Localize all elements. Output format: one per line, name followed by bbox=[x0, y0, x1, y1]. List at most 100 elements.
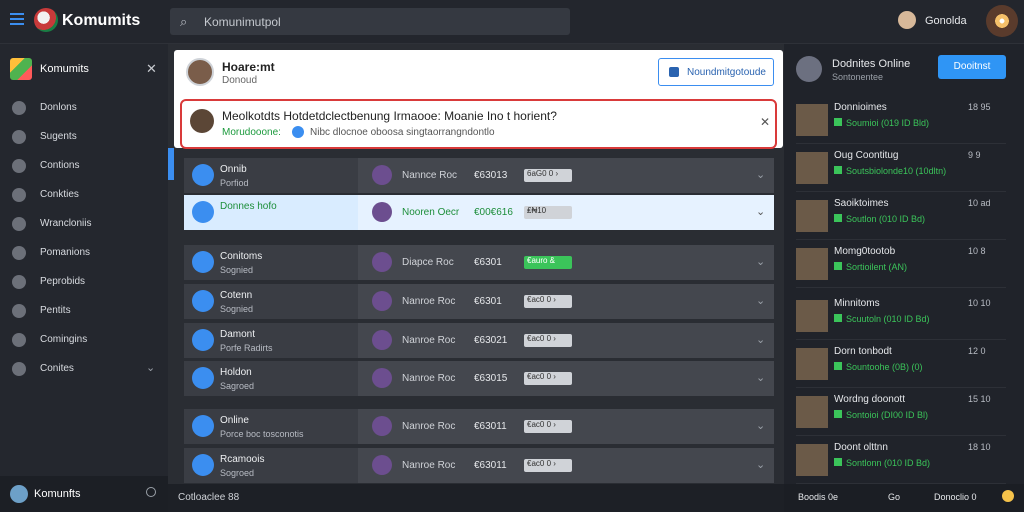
sidebar-item-label: Comingins bbox=[40, 334, 88, 345]
row-subtitle: Sagroed bbox=[220, 381, 255, 391]
avatar bbox=[796, 444, 828, 476]
list-row[interactable]: Online Porce boc tosconotis Nanroe Roc €… bbox=[184, 409, 774, 444]
friend-item[interactable]: Oug Coontitug Soutsbiolonde10 (10dltn) 9… bbox=[796, 144, 1006, 192]
row-title: Donnes hofo bbox=[220, 201, 277, 212]
sidebar-item[interactable]: Conites ⌄ bbox=[12, 361, 162, 379]
row-right[interactable]: Nanroe Roc €63011 €ac0 0 › ⌄ bbox=[358, 409, 774, 444]
row-value: €00€616 bbox=[474, 207, 513, 218]
search-bar[interactable]: ⌕ Komunimutpol bbox=[170, 8, 570, 35]
sidebar-footer: Komunfts bbox=[0, 476, 168, 512]
list-row[interactable]: Damont Porfe Radirts Nanroe Roc €63021 €… bbox=[184, 323, 774, 358]
right-panel: Dodnites Online Sontonentee Dooitnst Don… bbox=[784, 44, 1024, 512]
status-icon bbox=[834, 118, 842, 126]
chevron-down-icon[interactable]: ⌄ bbox=[756, 333, 765, 346]
list-row[interactable]: Donnes hofo Nooren Oecr €00€616 ₤₦10 ⌄ bbox=[184, 195, 774, 230]
list-row[interactable]: Onnib Porfiod Nannce Roc €63013 6aG0 0 ›… bbox=[184, 158, 774, 193]
row-left[interactable]: Conitoms Sognied bbox=[184, 245, 358, 280]
avatar bbox=[796, 152, 828, 184]
friend-meta: 12 0 bbox=[968, 346, 986, 356]
sidebar-item[interactable]: Conkties bbox=[12, 187, 162, 205]
footer-c[interactable]: Donoclio 0 bbox=[934, 492, 977, 502]
row-left[interactable]: Donnes hofo bbox=[184, 195, 358, 230]
row-title: Rcamoois bbox=[220, 454, 265, 465]
menu-icon[interactable] bbox=[10, 13, 24, 25]
avatar bbox=[796, 200, 828, 232]
sidebar-item-label: Sugents bbox=[40, 131, 77, 142]
close-icon[interactable]: ✕ bbox=[146, 61, 157, 77]
sidebar-item-label: Pomanions bbox=[40, 247, 91, 258]
list-row[interactable]: Rcamoois Sogroed Nanroe Roc €63011 €ac0 … bbox=[184, 448, 774, 483]
friend-name: Doont olttnn bbox=[834, 442, 888, 453]
sidebar-item[interactable]: Sugents bbox=[12, 129, 162, 147]
panel-subtitle: Sontonentee bbox=[832, 72, 884, 82]
sidebar-item[interactable]: Wrancloniis bbox=[12, 216, 162, 234]
cube-icon bbox=[10, 58, 32, 80]
user-name[interactable]: Gonolda bbox=[925, 15, 967, 27]
friend-item[interactable]: Momg0tootob Sortioilent (AN) 10 8 bbox=[796, 240, 1006, 288]
friend-item[interactable]: Saoiktoimes Soutlon (010 ID Bd) 10 ad bbox=[796, 192, 1006, 240]
nav-icon bbox=[12, 217, 26, 231]
panel-action-button[interactable]: Dooitnst bbox=[938, 55, 1006, 79]
friend-item[interactable]: Doont olttnn Sontlonn (010 ID Bd) 18 10 bbox=[796, 436, 1006, 484]
friend-item[interactable]: Dorn tonbodt Sountoohe (0B) (0) 12 0 bbox=[796, 340, 1006, 388]
sidebar-item[interactable]: Pentits bbox=[12, 303, 162, 321]
sidebar-item[interactable]: Donlons bbox=[12, 100, 162, 118]
card-action-button[interactable]: Noundmitgotoude bbox=[658, 58, 774, 86]
profile-avatar[interactable] bbox=[986, 5, 1018, 37]
nav-icon bbox=[12, 130, 26, 144]
row-left[interactable]: Onnib Porfiod bbox=[184, 158, 358, 193]
chevron-down-icon[interactable]: ⌄ bbox=[756, 205, 765, 218]
item-icon bbox=[372, 330, 392, 350]
chevron-down-icon[interactable]: ⌄ bbox=[756, 458, 765, 471]
row-left[interactable]: Rcamoois Sogroed bbox=[184, 448, 358, 483]
row-detail: Nanroe Roc bbox=[402, 460, 456, 471]
chevron-down-icon[interactable]: ⌄ bbox=[756, 419, 765, 432]
friend-item[interactable]: Wordng doonott Sontoioi (DI00 ID Bl) 15 … bbox=[796, 388, 1006, 436]
row-detail: Nooren Oecr bbox=[402, 207, 460, 218]
row-value: €6301 bbox=[474, 296, 502, 307]
row-right[interactable]: Nanroe Roc €63021 €ac0 0 › ⌄ bbox=[358, 323, 774, 358]
row-right[interactable]: Nooren Oecr €00€616 ₤₦10 ⌄ bbox=[358, 195, 774, 230]
chevron-down-icon[interactable]: ⌄ bbox=[146, 361, 155, 374]
sidebar-item[interactable]: Comingins bbox=[12, 332, 162, 350]
row-left[interactable]: Holdon Sagroed bbox=[184, 361, 358, 396]
close-icon[interactable]: ✕ bbox=[760, 115, 770, 129]
friend-item[interactable]: Minnitoms Scuutoln (010 ID Bd) 10 10 bbox=[796, 292, 1006, 340]
row-left[interactable]: Online Porce boc tosconotis bbox=[184, 409, 358, 444]
row-right[interactable]: Nanroe Roc €6301 €ac0 0 › ⌄ bbox=[358, 284, 774, 319]
item-icon bbox=[372, 291, 392, 311]
friend-status: Scuutoln (010 ID Bd) bbox=[834, 314, 930, 324]
friend-meta: 10 10 bbox=[968, 298, 991, 308]
avatar bbox=[192, 454, 214, 476]
row-right[interactable]: Diapce Roc €6301 €auro & ⌄ bbox=[358, 245, 774, 280]
status-icon[interactable] bbox=[146, 487, 156, 497]
sidebar-item[interactable]: Pomanions bbox=[12, 245, 162, 263]
chevron-down-icon[interactable]: ⌄ bbox=[756, 168, 765, 181]
list-row[interactable]: Conitoms Sognied Diapce Roc €6301 €auro … bbox=[184, 245, 774, 280]
row-left[interactable]: Damont Porfe Radirts bbox=[184, 323, 358, 358]
user-avatar[interactable] bbox=[898, 11, 916, 29]
chevron-down-icon[interactable]: ⌄ bbox=[756, 255, 765, 268]
friend-status: Soutlon (010 ID Bd) bbox=[834, 214, 925, 224]
row-right[interactable]: Nanroe Roc €63011 €ac0 0 › ⌄ bbox=[358, 448, 774, 483]
row-left[interactable]: Cotenn Sognied bbox=[184, 284, 358, 319]
list-row[interactable]: Cotenn Sognied Nanroe Roc €6301 €ac0 0 ›… bbox=[184, 284, 774, 319]
sidebar-item[interactable]: Contions bbox=[12, 158, 162, 176]
row-value: €63011 bbox=[474, 421, 507, 432]
row-right[interactable]: Nannce Roc €63013 6aG0 0 › ⌄ bbox=[358, 158, 774, 193]
avatar[interactable] bbox=[10, 485, 28, 503]
row-right[interactable]: Nanroe Roc €63015 €ac0 0 › ⌄ bbox=[358, 361, 774, 396]
chevron-down-icon[interactable]: ⌄ bbox=[756, 371, 765, 384]
row-detail: Nanroe Roc bbox=[402, 373, 456, 384]
row-tag: €ac0 0 › bbox=[524, 372, 572, 385]
footer-b[interactable]: Go bbox=[888, 492, 900, 502]
footer-a[interactable]: Boodis 0e bbox=[798, 492, 838, 502]
alert-banner: Meolkotdts Hotdetdclectbenung Irmaooe: M… bbox=[180, 99, 777, 149]
search-input[interactable]: Komunimutpol bbox=[204, 15, 281, 29]
notification-icon[interactable] bbox=[1002, 490, 1014, 502]
chevron-down-icon[interactable]: ⌄ bbox=[756, 294, 765, 307]
list-row[interactable]: Holdon Sagroed Nanroe Roc €63015 €ac0 0 … bbox=[184, 361, 774, 396]
friend-item[interactable]: Donnioimes Soumioi (019 ID Bld) 18 95 bbox=[796, 96, 1006, 144]
status-icon bbox=[834, 410, 842, 418]
sidebar-item[interactable]: Peprobids bbox=[12, 274, 162, 292]
